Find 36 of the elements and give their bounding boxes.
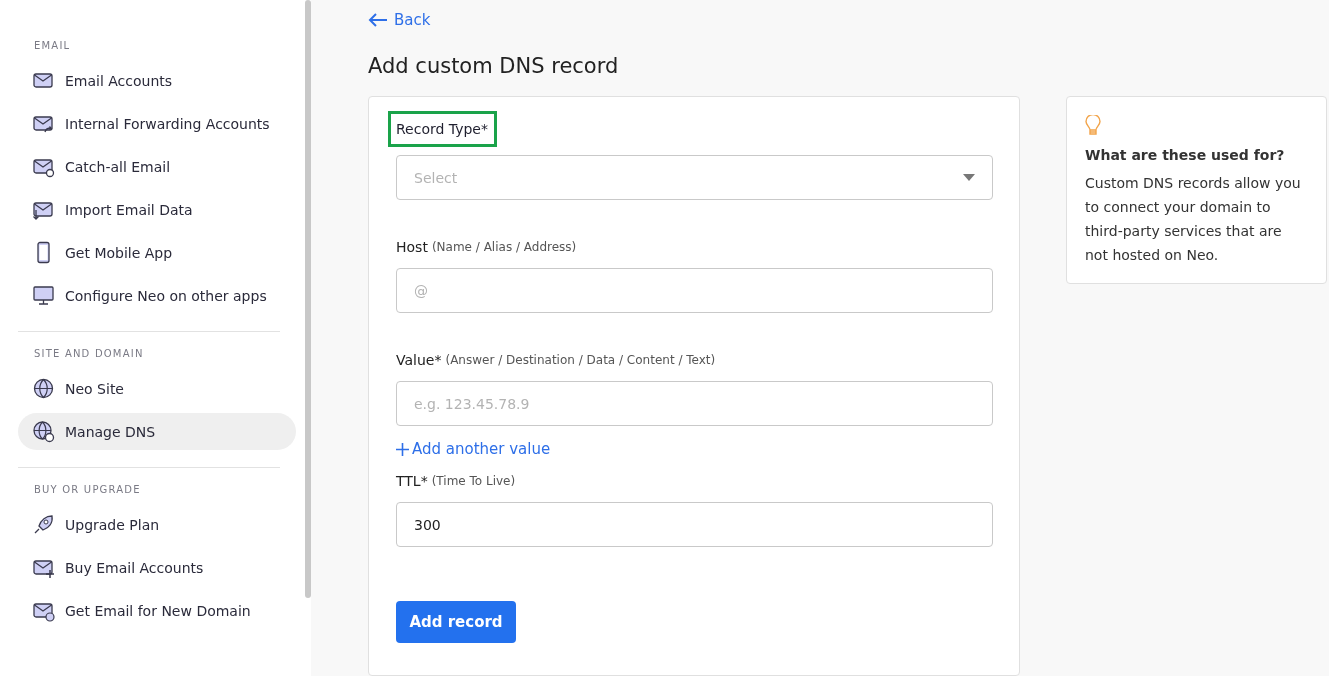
- lightbulb-icon: [1085, 115, 1101, 137]
- section-heading: EMAIL: [34, 40, 72, 51]
- field-label: Host (Name / Alias / Address): [396, 238, 578, 257]
- caret-down-icon: [963, 174, 975, 181]
- section-heading: SITE AND DOMAIN: [34, 348, 145, 359]
- add-record-button[interactable]: Add record: [396, 601, 516, 643]
- rocket-icon: [32, 513, 55, 536]
- input-field[interactable]: e.g. 123.45.78.9: [396, 381, 993, 426]
- sidebar-item[interactable]: Internal Forwarding Accounts: [18, 105, 296, 142]
- field-label: Value* (Answer / Destination / Data / Content / Text): [396, 351, 717, 370]
- globe-icon: [32, 377, 55, 400]
- sidebar-item[interactable]: Import Email Data: [18, 191, 296, 228]
- sidebar-item[interactable]: Configure Neo on other apps: [18, 277, 296, 314]
- info-text: Custom DNS records allow you to connect your domain to third-party services that are not hosted on Neo.: [1085, 174, 1302, 265]
- sidebar-item[interactable]: Email Accounts: [18, 62, 296, 99]
- sidebar-item[interactable]: Upgrade Plan: [18, 506, 296, 543]
- back-link[interactable]: Back: [368, 10, 431, 30]
- section-heading: BUY OR UPGRADE: [34, 484, 142, 495]
- highlighted-field-label: Record Type*: [388, 111, 497, 147]
- sidebar-item[interactable]: Get Mobile App: [18, 234, 296, 271]
- scrollbar-thumb[interactable]: [305, 0, 311, 598]
- sidebar-item[interactable]: Get Email for New Domain: [18, 592, 296, 629]
- add-value-link[interactable]: Add another value: [396, 440, 551, 458]
- monitor-icon: [32, 284, 55, 307]
- sidebar-item[interactable]: Catch-all Email: [18, 148, 296, 185]
- info-title: What are these used for?: [1085, 147, 1286, 163]
- plus-icon: [396, 442, 409, 456]
- page-title: Add custom DNS record: [368, 54, 620, 78]
- field-label: TTL* (Time To Live): [396, 472, 517, 491]
- sidebar-item[interactable]: Buy Email Accounts: [18, 549, 296, 586]
- sidebar-item[interactable]: Manage DNS: [18, 413, 296, 450]
- input-field[interactable]: 300: [396, 502, 993, 547]
- globe-gear-icon: [32, 420, 55, 443]
- arrow-left-icon: [368, 12, 388, 28]
- sidebar-item[interactable]: Neo Site: [18, 370, 296, 407]
- input-field[interactable]: @: [396, 268, 993, 313]
